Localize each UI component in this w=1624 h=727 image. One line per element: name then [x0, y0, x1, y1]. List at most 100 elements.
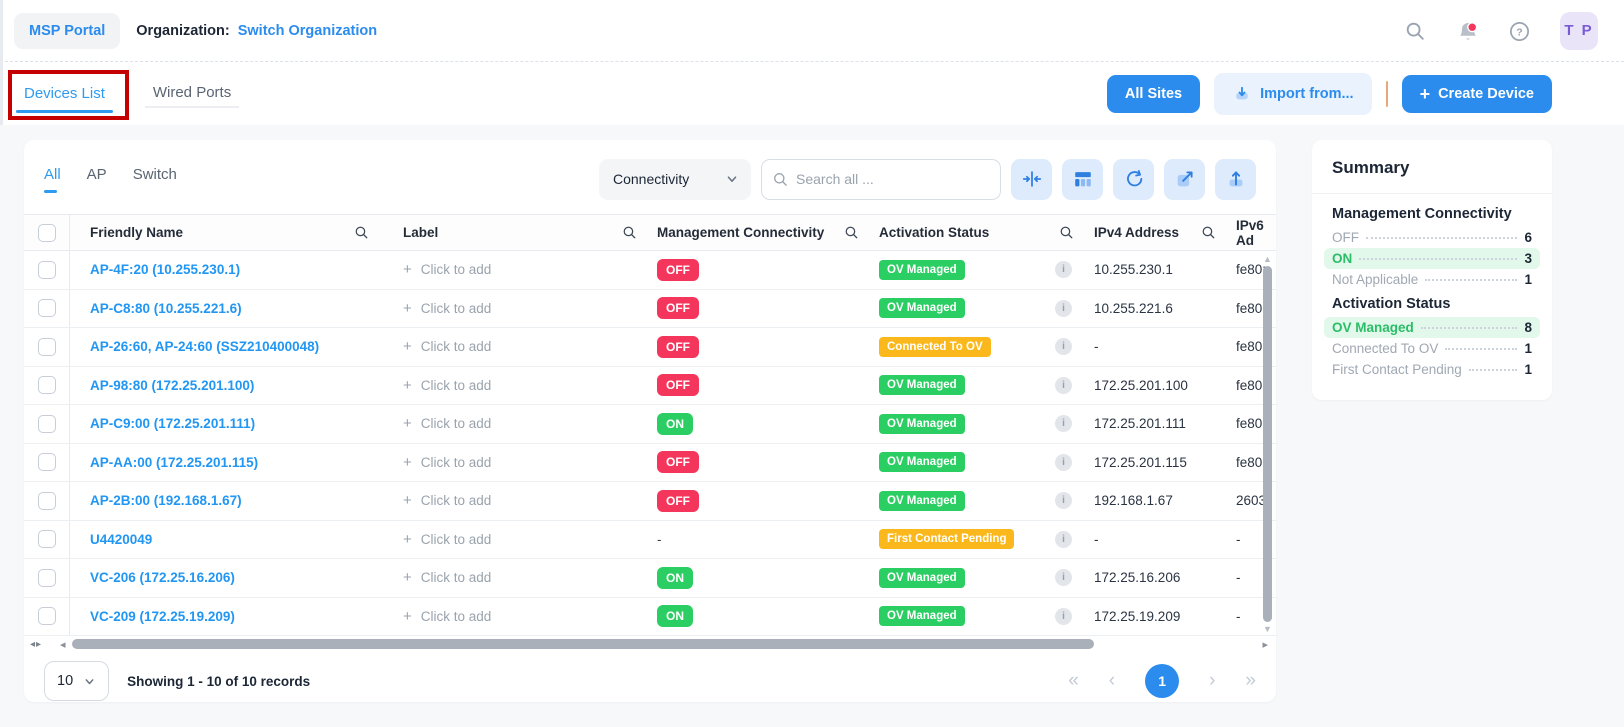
row-checkbox[interactable]	[38, 569, 56, 587]
scroll-left-icon[interactable]: ◂	[60, 638, 66, 651]
device-name-link[interactable]: VC-206 (172.25.16.206)	[90, 570, 235, 585]
row-checkbox[interactable]	[38, 492, 56, 510]
device-name-link[interactable]: AP-98:80 (172.25.201.100)	[90, 378, 254, 393]
tab-wired-ports[interactable]: Wired Ports	[143, 73, 241, 114]
refresh-button[interactable]	[1113, 159, 1154, 200]
device-name-link[interactable]: VC-209 (172.25.19.209)	[90, 609, 235, 624]
summary-item[interactable]: OV Managed8	[1324, 317, 1540, 338]
row-checkbox[interactable]	[38, 415, 56, 433]
info-icon[interactable]: i	[1055, 338, 1072, 355]
device-name-link[interactable]: AP-C9:00 (172.25.201.111)	[90, 416, 255, 431]
search-icon[interactable]	[1404, 20, 1426, 42]
summary-item[interactable]: First Contact Pending1	[1324, 359, 1540, 380]
label-click-to-add[interactable]: +Click to add	[385, 261, 653, 278]
column-header-friendly-name[interactable]: Friendly Name	[70, 225, 385, 240]
row-checkbox[interactable]	[38, 261, 56, 279]
column-pager-icons[interactable]: ◂▸	[30, 639, 42, 650]
msp-portal-chip[interactable]: MSP Portal	[14, 13, 120, 49]
device-name-link[interactable]: U4420049	[90, 532, 152, 547]
device-type-tab-switch[interactable]: Switch	[133, 166, 177, 193]
first-page-icon[interactable]: «	[1068, 670, 1079, 692]
label-click-to-add[interactable]: +Click to add	[385, 608, 653, 625]
column-search-icon[interactable]	[1201, 225, 1216, 240]
summary-item[interactable]: Not Applicable1	[1324, 269, 1540, 290]
column-header-activation-status[interactable]: Activation Status	[875, 225, 1090, 240]
table-row[interactable]: AP-2B:00 (192.168.1.67)+Click to addOFFO…	[24, 482, 1276, 521]
notifications-bell-icon[interactable]	[1456, 20, 1478, 42]
label-click-to-add[interactable]: +Click to add	[385, 415, 653, 432]
column-header-ipv4-address[interactable]: IPv4 Address	[1090, 225, 1232, 240]
info-icon[interactable]: i	[1055, 569, 1072, 586]
horizontal-scrollbar-track[interactable]	[70, 639, 1259, 649]
summary-item[interactable]: ON3	[1324, 248, 1540, 269]
column-header-management-connectivity[interactable]: Management Connectivity	[653, 225, 875, 240]
info-icon[interactable]: i	[1055, 454, 1072, 471]
organization-name-link[interactable]: Switch Organization	[238, 23, 377, 39]
table-row[interactable]: AP-4F:20 (10.255.230.1)+Click to addOFFO…	[24, 251, 1276, 290]
export-button[interactable]	[1215, 159, 1256, 200]
help-icon[interactable]: ?	[1508, 20, 1530, 42]
label-click-to-add[interactable]: +Click to add	[385, 338, 653, 355]
label-click-to-add[interactable]: +Click to add	[385, 454, 653, 471]
device-name-link[interactable]: AP-AA:00 (172.25.201.115)	[90, 455, 258, 470]
row-checkbox[interactable]	[38, 530, 56, 548]
row-checkbox[interactable]	[38, 453, 56, 471]
import-from-button[interactable]: Import from...	[1214, 73, 1371, 115]
page-size-select[interactable]: 10	[44, 661, 109, 701]
device-name-link[interactable]: AP-4F:20 (10.255.230.1)	[90, 262, 240, 277]
all-sites-button[interactable]: All Sites	[1107, 75, 1200, 113]
table-row[interactable]: VC-209 (172.25.19.209)+Click to addONOV …	[24, 598, 1276, 637]
column-search-icon[interactable]	[354, 225, 369, 240]
table-row[interactable]: U4420049+Click to add-First Contact Pend…	[24, 521, 1276, 560]
table-row[interactable]: AP-AA:00 (172.25.201.115)+Click to addOF…	[24, 444, 1276, 483]
user-avatar[interactable]: T P	[1560, 12, 1598, 50]
row-checkbox[interactable]	[38, 376, 56, 394]
collapse-columns-button[interactable]	[1011, 159, 1052, 200]
scroll-down-icon[interactable]: ▼	[1263, 624, 1272, 634]
last-page-icon[interactable]: »	[1245, 670, 1256, 692]
previous-page-icon[interactable]: ‹	[1109, 670, 1115, 692]
tab-devices-list[interactable]: Devices List	[14, 74, 115, 115]
device-type-tab-all[interactable]: All	[44, 166, 61, 193]
device-name-link[interactable]: AP-26:60, AP-24:60 (SSZ210400048)	[90, 339, 319, 354]
row-checkbox[interactable]	[38, 338, 56, 356]
label-click-to-add[interactable]: +Click to add	[385, 569, 653, 586]
select-all-checkbox[interactable]	[38, 224, 56, 242]
summary-item[interactable]: OFF6	[1324, 227, 1540, 248]
label-click-to-add[interactable]: +Click to add	[385, 492, 653, 509]
horizontal-scrollbar-thumb[interactable]	[72, 639, 1094, 649]
label-click-to-add[interactable]: +Click to add	[385, 300, 653, 317]
vertical-scrollbar-thumb[interactable]	[1263, 266, 1272, 622]
info-icon[interactable]: i	[1055, 261, 1072, 278]
expand-button[interactable]	[1164, 159, 1205, 200]
device-name-link[interactable]: AP-2B:00 (192.168.1.67)	[90, 493, 242, 508]
columns-button[interactable]	[1062, 159, 1103, 200]
info-icon[interactable]: i	[1055, 608, 1072, 625]
table-row[interactable]: VC-206 (172.25.16.206)+Click to addONOV …	[24, 559, 1276, 598]
create-device-button[interactable]: + Create Device	[1402, 75, 1552, 113]
device-type-tab-ap[interactable]: AP	[87, 166, 107, 193]
column-header-ipv6-address[interactable]: IPv6 Ad	[1232, 218, 1280, 248]
info-icon[interactable]: i	[1055, 415, 1072, 432]
info-icon[interactable]: i	[1055, 377, 1072, 394]
column-search-icon[interactable]	[844, 225, 859, 240]
column-header-label[interactable]: Label	[385, 225, 653, 240]
current-page-button[interactable]: 1	[1145, 664, 1179, 698]
device-name-link[interactable]: AP-C8:80 (10.255.221.6)	[90, 301, 242, 316]
row-checkbox[interactable]	[38, 299, 56, 317]
search-input[interactable]	[796, 171, 990, 187]
column-search-icon[interactable]	[622, 225, 637, 240]
table-row[interactable]: AP-C9:00 (172.25.201.111)+Click to addON…	[24, 405, 1276, 444]
label-click-to-add[interactable]: +Click to add	[385, 531, 653, 548]
info-icon[interactable]: i	[1055, 492, 1072, 509]
scroll-up-icon[interactable]: ▲	[1263, 254, 1272, 264]
info-icon[interactable]: i	[1055, 300, 1072, 317]
summary-item[interactable]: Connected To OV1	[1324, 338, 1540, 359]
connectivity-filter-dropdown[interactable]: Connectivity	[599, 159, 751, 200]
row-checkbox[interactable]	[38, 607, 56, 625]
label-click-to-add[interactable]: +Click to add	[385, 377, 653, 394]
column-search-icon[interactable]	[1059, 225, 1074, 240]
next-page-icon[interactable]: ›	[1209, 670, 1215, 692]
table-row[interactable]: AP-C8:80 (10.255.221.6)+Click to addOFFO…	[24, 290, 1276, 329]
table-row[interactable]: AP-98:80 (172.25.201.100)+Click to addOF…	[24, 367, 1276, 406]
